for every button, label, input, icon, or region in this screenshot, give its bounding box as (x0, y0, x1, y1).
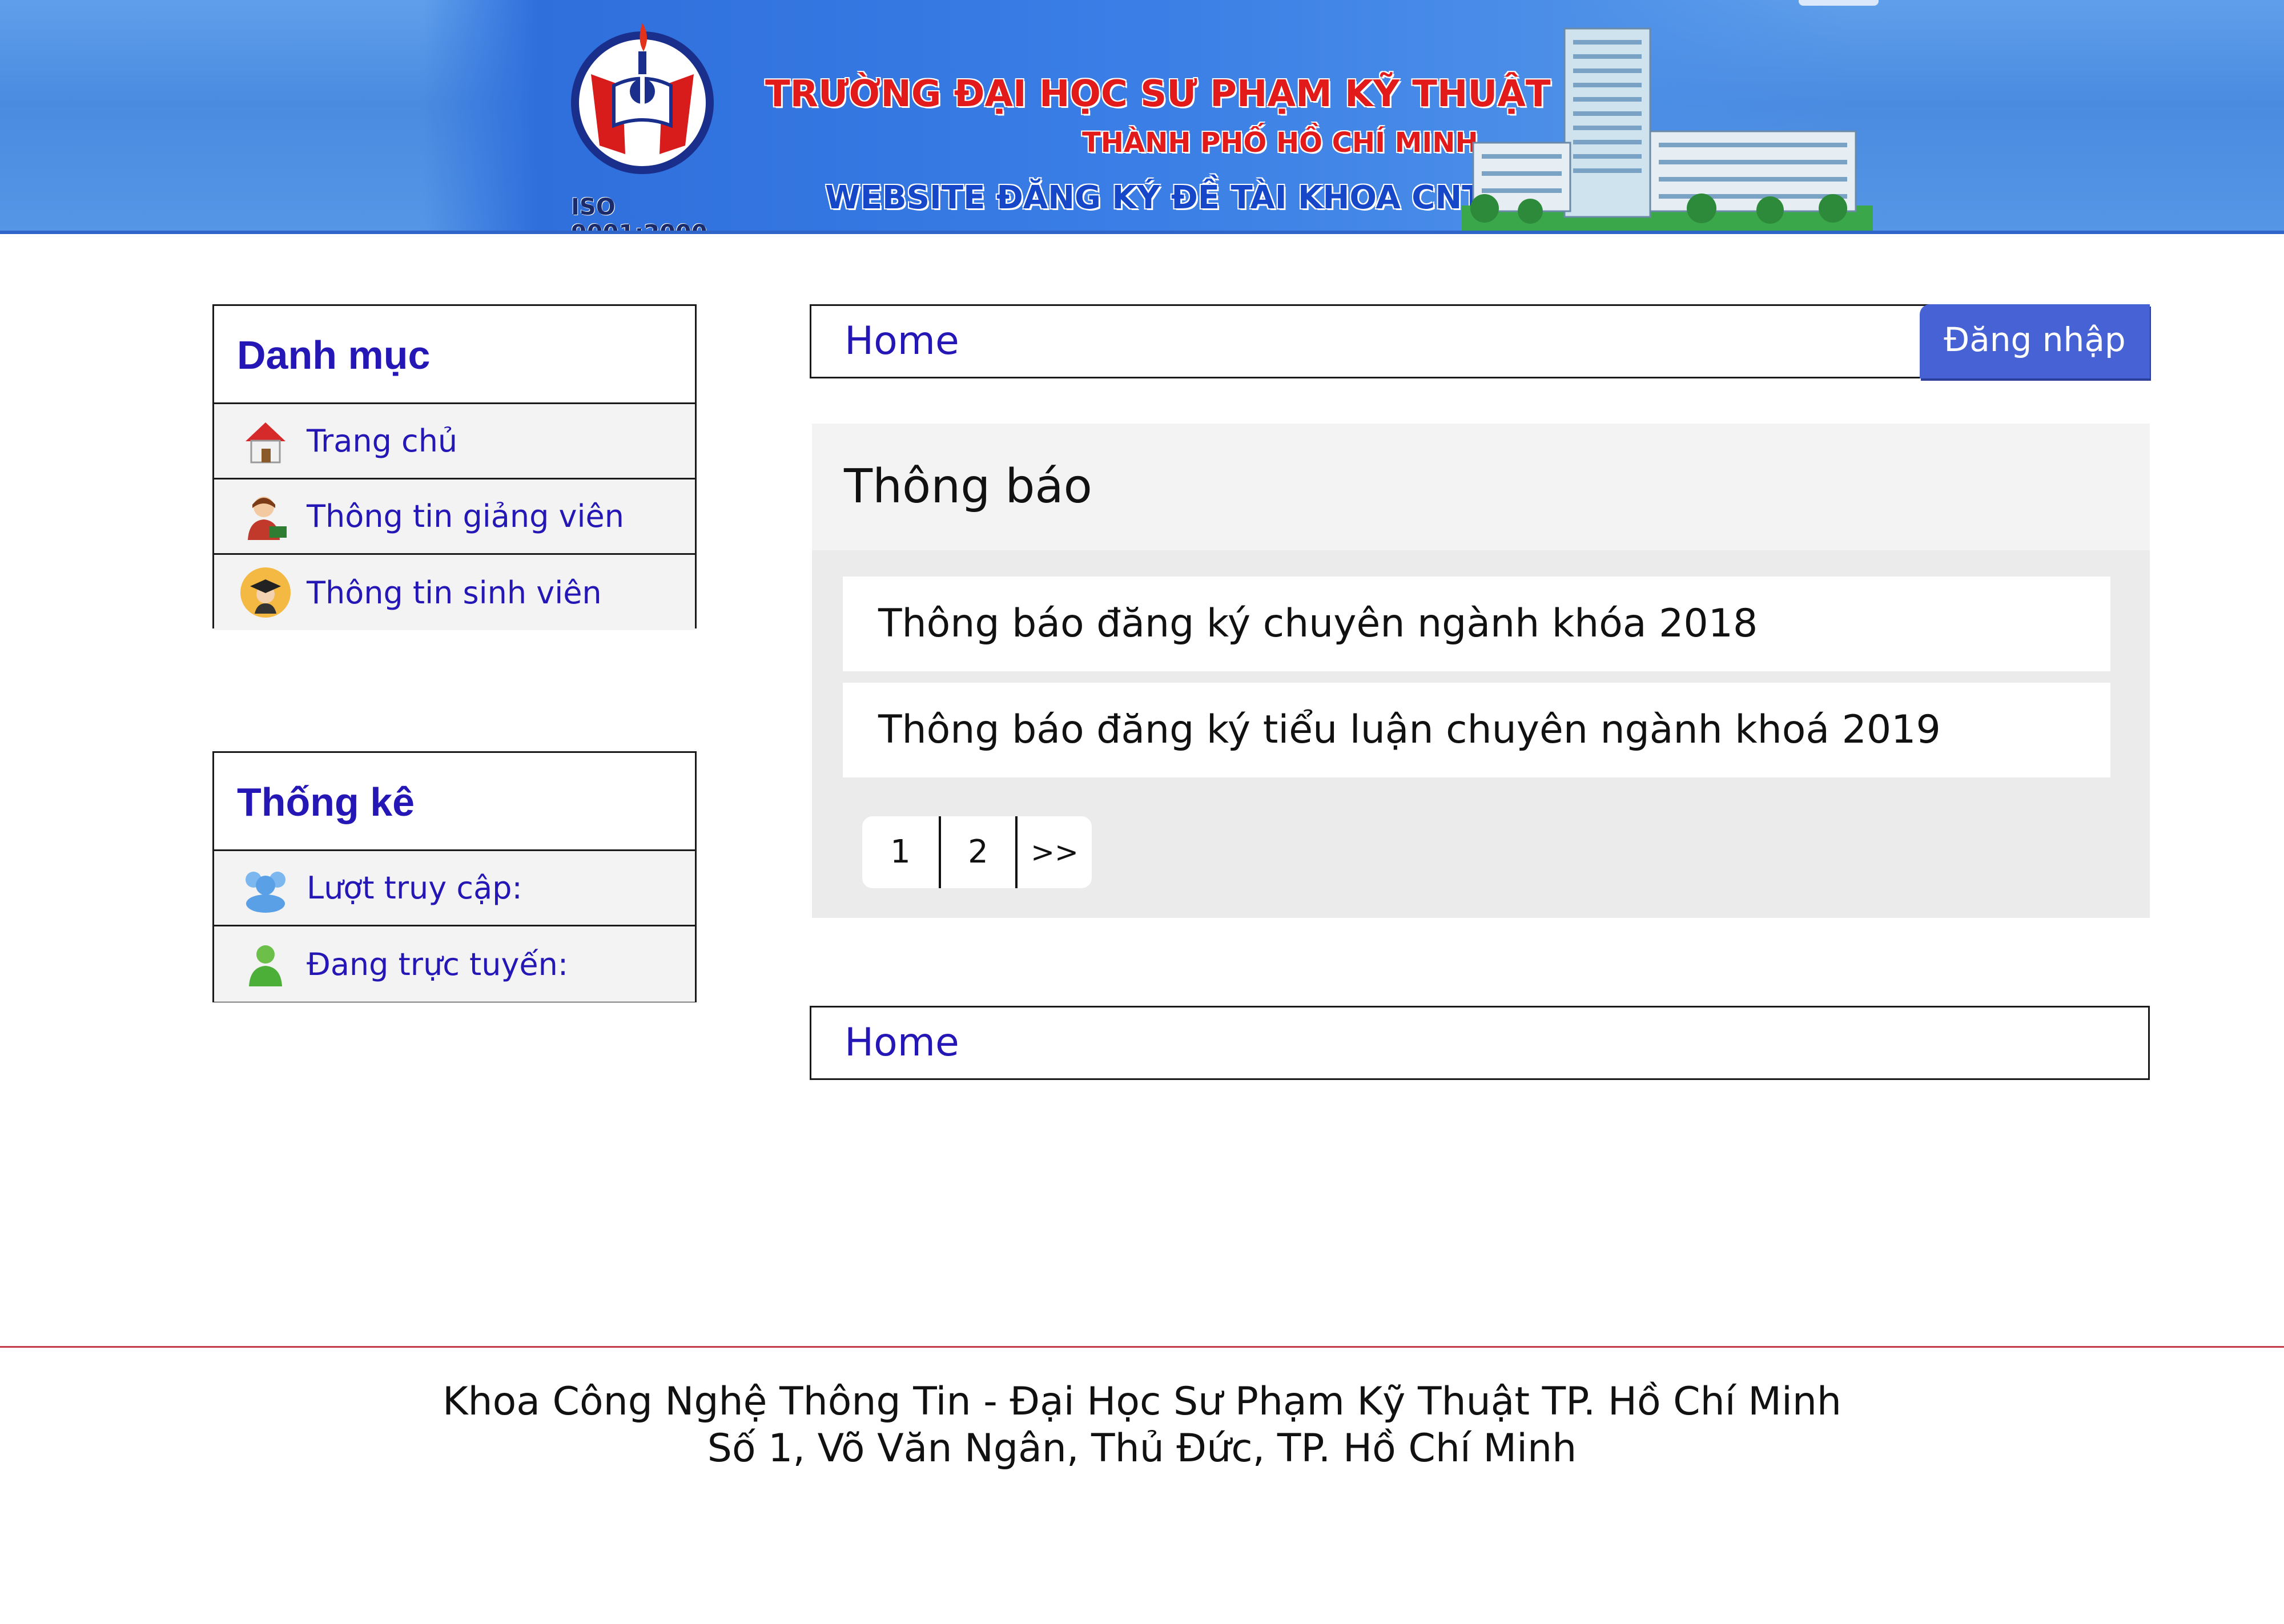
login-button[interactable]: Đăng nhập (1920, 304, 2150, 378)
house-icon (237, 413, 294, 470)
next-page-button[interactable]: >> (1015, 816, 1092, 888)
banner-website-title: WEBSITE ĐĂNG KÝ ĐỀ TÀI KHOA CNTT (825, 179, 1506, 216)
sidebar-item-home-label: Trang chủ (307, 423, 458, 459)
sidebar-item-student-info-label: Thông tin sinh viên (307, 574, 602, 611)
banner-city: THÀNH PHỐ HỒ CHÍ MINH (1082, 127, 1478, 159)
header-banner: ISO 9001:2000 TRƯỜNG ĐẠI HỌC SƯ PHẠM KỸ … (0, 0, 2284, 234)
page-2-button[interactable]: 2 (939, 816, 1015, 888)
breadcrumb: Home Đăng nhập (810, 304, 2150, 378)
bottom-breadcrumb-home-link[interactable]: Home (845, 1008, 959, 1078)
breadcrumb-home-link[interactable]: Home (845, 306, 959, 377)
university-logo (571, 23, 714, 174)
sidebar-item-lecturer-info[interactable]: Thông tin giảng viên (214, 479, 695, 555)
online-user-icon (237, 936, 294, 993)
pagination: 1 2 >> (862, 816, 1092, 888)
campus-building-image (1462, 27, 1873, 231)
footer-faculty: Khoa Công Nghệ Thông Tin - Đại Học Sư Ph… (442, 1379, 1842, 1424)
notice-title: Thông báo (844, 460, 1092, 514)
footer-divider (0, 1346, 2284, 1348)
sidebar-item-student-info[interactable]: Thông tin sinh viên (214, 555, 695, 630)
statistics-title: Thống kê (214, 753, 695, 851)
banner-university-name: TRƯỜNG ĐẠI HỌC SƯ PHẠM KỸ THUẬT (765, 73, 1551, 115)
category-menu-title: Danh mục (214, 306, 695, 404)
notice-panel: Thông báo Thông báo đăng ký chuyên ngành… (812, 424, 2150, 918)
users-icon (237, 860, 294, 917)
sidebar-item-lecturer-info-label: Thông tin giảng viên (307, 498, 624, 534)
notice-item[interactable]: Thông báo đăng ký chuyên ngành khóa 2018 (843, 577, 2110, 671)
sidebar-item-home[interactable]: Trang chủ (214, 404, 695, 479)
iso-label: ISO 9001:2000 (571, 194, 707, 234)
stats-online-label: Đang trực tuyến: (307, 946, 569, 982)
stats-visits-label: Lượt truy cập: (307, 870, 522, 906)
notice-header: Thông báo (812, 424, 2150, 550)
graduate-icon (237, 564, 294, 621)
footer-address: Số 1, Võ Văn Ngân, Thủ Đức, TP. Hồ Chí M… (707, 1426, 1577, 1471)
stats-online: Đang trực tuyến: (214, 926, 695, 1002)
bottom-breadcrumb: Home (810, 1006, 2150, 1080)
category-menu-panel: Danh mục Trang chủ Thông tin giảng viên (212, 304, 697, 630)
statistics-panel: Thống kê Lượt truy cập: Đang trực tuyến: (212, 751, 697, 1002)
teacher-icon (237, 488, 294, 545)
notice-item[interactable]: Thông báo đăng ký tiểu luận chuyên ngành… (843, 683, 2110, 777)
stats-visits: Lượt truy cập: (214, 851, 695, 926)
page-1-button[interactable]: 1 (862, 816, 939, 888)
banner-notch (1799, 0, 1879, 6)
